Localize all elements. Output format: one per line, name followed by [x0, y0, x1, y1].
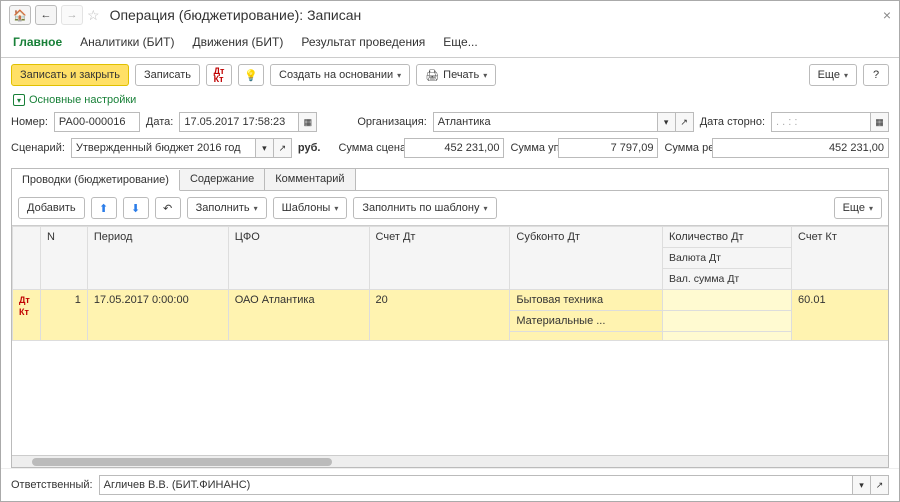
- sum-regl-input[interactable]: 452 231,00: [712, 138, 889, 158]
- col-qty-dt[interactable]: Количество Дт: [662, 227, 791, 248]
- responsible-input-group: Агличев В.В. (БИТ.ФИНАНС) ▾ ↗: [99, 475, 889, 495]
- sum-upr-input[interactable]: 7 797,09: [558, 138, 658, 158]
- arrow-up-icon: ⬆: [99, 202, 108, 215]
- responsible-input[interactable]: Агличев В.В. (БИТ.ФИНАНС): [99, 475, 853, 495]
- tab-comment[interactable]: Комментарий: [265, 169, 355, 190]
- org-label: Организация:: [357, 116, 426, 128]
- date-input-group: 17.05.2017 17:58:23 ▦: [179, 112, 317, 132]
- col-period[interactable]: Период: [87, 227, 228, 290]
- cell-subconto-dt3[interactable]: [510, 332, 663, 341]
- scenario-input[interactable]: Утвержденный бюджет 2016 год: [71, 138, 256, 158]
- date-label: Дата:: [146, 116, 173, 128]
- tab-content[interactable]: Содержание: [180, 169, 265, 190]
- horizontal-scrollbar[interactable]: [12, 455, 888, 467]
- print-button[interactable]: 🖨Печать▾: [416, 64, 496, 86]
- col-subconto-dt[interactable]: Субконто Дт: [510, 227, 663, 290]
- add-button[interactable]: Добавить: [18, 197, 85, 219]
- scenario-label: Сценарий:: [11, 142, 65, 154]
- date-input[interactable]: 17.05.2017 17:58:23: [179, 112, 299, 132]
- save-close-button[interactable]: Записать и закрыть: [11, 64, 129, 86]
- menu-result[interactable]: Результат проведения: [301, 35, 425, 49]
- move-up-button[interactable]: ⬆: [91, 197, 117, 219]
- col-valsum-dt[interactable]: Вал. сумма Дт: [662, 269, 791, 290]
- scenario-pick-button[interactable]: ▾: [256, 138, 274, 158]
- storno-input-group: . . : : ▦: [771, 112, 889, 132]
- currency-label: руб.: [298, 142, 321, 154]
- cell-cfo[interactable]: ОАО Атлантика: [228, 290, 369, 341]
- cell-valsum-dt[interactable]: [662, 332, 791, 341]
- sum-upr-label: Сумма упр:: [510, 142, 552, 154]
- cell-subconto-dt2[interactable]: Материальные ...: [510, 311, 663, 332]
- close-button[interactable]: ×: [883, 7, 891, 23]
- fill-button[interactable]: Заполнить▾: [187, 197, 267, 219]
- table-row[interactable]: ДтКт 1 17.05.2017 0:00:00 ОАО Атлантика …: [13, 290, 889, 311]
- move-down-button[interactable]: ⬇: [123, 197, 149, 219]
- cell-currency-dt[interactable]: [662, 311, 791, 332]
- col-cfo[interactable]: ЦФО: [228, 227, 369, 290]
- bulb-icon: 💡: [244, 69, 258, 82]
- fill-by-template-button[interactable]: Заполнить по шаблону▾: [353, 197, 496, 219]
- home-button[interactable]: 🏠: [9, 5, 31, 25]
- responsible-open-button[interactable]: ↗: [871, 475, 889, 495]
- col-credit-acc[interactable]: Счет Кт: [792, 227, 888, 290]
- cell-qty-dt[interactable]: [662, 290, 791, 311]
- menubar: Главное Аналитики (БИТ) Движения (БИТ) Р…: [1, 29, 899, 58]
- grid[interactable]: N Период ЦФО Счет Дт Субконто Дт Количес…: [12, 225, 888, 455]
- date-calendar-button[interactable]: ▦: [299, 112, 317, 132]
- undo-button[interactable]: ↶: [155, 197, 181, 219]
- chevron-down-icon: ▾: [13, 94, 25, 106]
- cell-debit-acc[interactable]: 20: [369, 290, 510, 341]
- cell-subconto-dt1[interactable]: Бытовая техника: [510, 290, 663, 311]
- number-label: Номер:: [11, 116, 48, 128]
- help-button[interactable]: ?: [863, 64, 889, 86]
- number-input[interactable]: РА00-000016: [54, 112, 140, 132]
- storno-label: Дата сторно:: [700, 116, 765, 128]
- sub-tabs: Проводки (бюджетирование) Содержание Ком…: [11, 168, 889, 190]
- menu-main[interactable]: Главное: [13, 35, 62, 49]
- toolbar-more-button[interactable]: Еще▾: [809, 64, 857, 86]
- org-pick-button[interactable]: ▾: [658, 112, 676, 132]
- cell-n[interactable]: 1: [40, 290, 87, 341]
- back-button[interactable]: ←: [35, 5, 57, 25]
- responsible-pick-button[interactable]: ▾: [853, 475, 871, 495]
- sum-scen-label: Сумма сценарий:: [338, 142, 398, 154]
- sum-regl-label: Сумма регл:: [664, 142, 706, 154]
- scenario-open-button[interactable]: ↗: [274, 138, 292, 158]
- org-input[interactable]: Атлантика: [433, 112, 658, 132]
- dtkt-button[interactable]: ДтКт: [206, 64, 232, 86]
- scenario-input-group: Утвержденный бюджет 2016 год ▾ ↗: [71, 138, 292, 158]
- bulb-button[interactable]: 💡: [238, 64, 264, 86]
- dtkt-icon: ДтКт: [214, 67, 225, 83]
- menu-movements[interactable]: Движения (БИТ): [192, 35, 283, 49]
- sum-scen-input[interactable]: 452 231,00: [404, 138, 504, 158]
- cell-period[interactable]: 17.05.2017 0:00:00: [87, 290, 228, 341]
- org-input-group: Атлантика ▾ ↗: [433, 112, 694, 132]
- printer-icon: 🖨: [425, 69, 439, 82]
- settings-toggle[interactable]: ▾ Основные настройки: [1, 92, 899, 112]
- forward-button: →: [61, 5, 83, 25]
- storno-calendar-button[interactable]: ▦: [871, 112, 889, 132]
- col-debit-acc[interactable]: Счет Дт: [369, 227, 510, 290]
- arrow-down-icon: ⬇: [131, 202, 140, 215]
- dtkt-row-icon: ДтКт: [19, 295, 30, 317]
- org-open-button[interactable]: ↗: [676, 112, 694, 132]
- cell-credit-acc[interactable]: 60.01: [792, 290, 888, 341]
- col-currency-dt[interactable]: Валюта Дт: [662, 248, 791, 269]
- templates-button[interactable]: Шаблоны▾: [273, 197, 348, 219]
- undo-icon: ↶: [163, 202, 172, 215]
- responsible-label: Ответственный:: [11, 479, 93, 491]
- save-button[interactable]: Записать: [135, 64, 200, 86]
- window-title: Операция (бюджетирование): Записан: [110, 7, 362, 23]
- create-based-button[interactable]: Создать на основании▾: [270, 64, 410, 86]
- favorite-icon[interactable]: ☆: [87, 7, 100, 24]
- menu-more[interactable]: Еще...: [443, 35, 477, 49]
- col-n[interactable]: N: [40, 227, 87, 290]
- storno-input[interactable]: . . : :: [771, 112, 871, 132]
- tab-entries[interactable]: Проводки (бюджетирование): [12, 170, 180, 191]
- menu-analytics[interactable]: Аналитики (БИТ): [80, 35, 174, 49]
- grid-more-button[interactable]: Еще▾: [834, 197, 882, 219]
